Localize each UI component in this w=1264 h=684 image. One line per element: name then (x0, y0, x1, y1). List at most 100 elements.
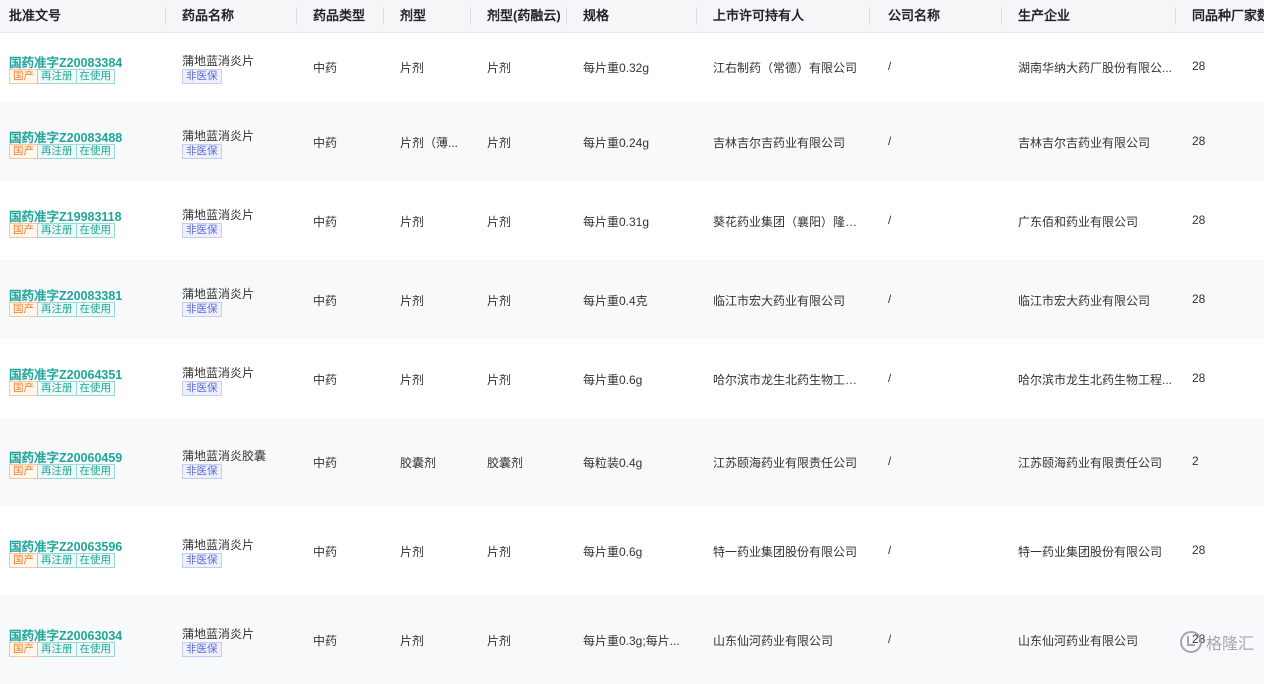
cell-form: 片剂 (400, 633, 425, 648)
cell-spec: 每粒装0.4g (583, 456, 643, 470)
header-form-yry[interactable]: 剂型(药融云) (487, 0, 567, 32)
cell-form-yry: 片剂 (487, 214, 512, 229)
status-tags: 国产 再注册 在使用 (9, 69, 115, 84)
table-row[interactable]: 国药准字Z20064351 国产 再注册 在使用 蒲地蓝消炎片 非医保 中药 片剂 片剂 每片重0… (0, 339, 1264, 418)
header-approval[interactable]: 批准文号 (9, 0, 159, 32)
tag-reregistered: 再注册 (37, 641, 77, 657)
cell-form: 胶囊剂 (400, 456, 437, 470)
tag-in-use: 在使用 (75, 380, 115, 396)
header-spec[interactable]: 规格 (583, 0, 693, 32)
drug-name: 蒲地蓝消炎片 (182, 128, 255, 143)
cell-form-yry: 片剂 (487, 293, 512, 308)
tag-in-use: 在使用 (75, 301, 115, 317)
tag-in-use: 在使用 (75, 464, 115, 479)
table-row[interactable]: 国药准字Z20083384 国产 再注册 在使用 蒲地蓝消炎片 非医保 中药 片剂 片剂 每片重0… (0, 32, 1264, 102)
tag-non-insurance: 非医保 (182, 301, 222, 317)
cell-spec: 每片重0.24g (583, 135, 650, 150)
cell-count: 28 (1192, 370, 1206, 385)
tag-in-use: 在使用 (75, 552, 115, 568)
cell-company: / (888, 631, 892, 646)
cell-count: 28 (1192, 542, 1206, 557)
tag-reregistered: 再注册 (37, 552, 77, 568)
cell-spec: 每片重0.3g;每片... (583, 633, 680, 648)
table-header: 批准文号 药品名称 药品类型 剂型 剂型(药融云) 规格 上市许可持有人 公司名称 生产企业 同品… (0, 0, 1264, 33)
cell-spec: 每片重0.32g (583, 61, 650, 75)
cell-manufacturer: 哈尔滨市龙生北药生物工程... (1018, 372, 1173, 387)
drug-name: 蒲地蓝消炎胶囊 (182, 449, 267, 463)
drug-name: 蒲地蓝消炎片 (182, 207, 255, 222)
cell-holder: 江苏颐海药业有限责任公司 (713, 456, 858, 470)
cell-type: 中药 (313, 456, 338, 470)
tag-non-insurance: 非医保 (182, 464, 222, 479)
header-holder[interactable]: 上市许可持有人 (713, 0, 863, 32)
tag-domestic: 国产 (9, 301, 38, 317)
cell-manufacturer: 江苏颐海药业有限责任公司 (1018, 456, 1163, 470)
cell-holder: 临江市宏大药业有限公司 (713, 293, 846, 308)
tag-domestic: 国产 (9, 222, 38, 238)
watermark: 格隆汇 (1179, 630, 1254, 654)
cell-form: 片剂 (400, 293, 425, 308)
tag-non-insurance: 非医保 (182, 69, 222, 84)
table-row[interactable]: 国药准字Z20063034 国产 再注册 在使用 蒲地蓝消炎片 非医保 中药 片剂 片剂 每片重0… (0, 595, 1264, 684)
header-name[interactable]: 药品名称 (182, 0, 302, 32)
header-manufacturer[interactable]: 生产企业 (1018, 0, 1173, 32)
header-count[interactable]: 同品种厂家数 (1192, 0, 1264, 32)
table-row[interactable]: 国药准字Z19983118 国产 再注册 在使用 蒲地蓝消炎片 非医保 中药 片剂 片剂 每片重0… (0, 181, 1264, 260)
drug-name: 蒲地蓝消炎片 (182, 626, 255, 641)
cell-company: / (888, 454, 892, 468)
status-tags: 国产 再注册 在使用 (9, 464, 115, 479)
drug-approval-table: 批准文号 药品名称 药品类型 剂型 剂型(药融云) 规格 上市许可持有人 公司名称 生产企业 同品… (0, 0, 1264, 684)
cell-company: / (888, 370, 892, 385)
tag-non-insurance: 非医保 (182, 380, 222, 396)
cell-count: 28 (1192, 133, 1206, 148)
cell-manufacturer: 临江市宏大药业有限公司 (1018, 293, 1151, 308)
table-row[interactable]: 国药准字Z20063596 国产 再注册 在使用 蒲地蓝消炎片 非医保 中药 片剂 片剂 每片重0… (0, 506, 1264, 595)
header-company[interactable]: 公司名称 (888, 0, 988, 32)
gelonghui-logo-icon (1179, 631, 1202, 653)
cell-manufacturer: 湖南华纳大药厂股份有限公... (1018, 61, 1173, 75)
tag-reregistered: 再注册 (37, 380, 77, 396)
tag-reregistered: 再注册 (37, 464, 77, 479)
cell-type: 中药 (313, 135, 338, 150)
table-row[interactable]: 国药准字Z20083488 国产 再注册 在使用 蒲地蓝消炎片 非医保 中药 片剂（薄... 片… (0, 102, 1264, 181)
tag-in-use: 在使用 (75, 143, 115, 159)
cell-form-yry: 胶囊剂 (487, 456, 524, 470)
cell-type: 中药 (313, 214, 338, 229)
cell-count: 28 (1192, 291, 1206, 306)
header-form[interactable]: 剂型 (400, 0, 465, 32)
cell-form-yry: 片剂 (487, 61, 512, 75)
tag-non-insurance: 非医保 (182, 222, 222, 238)
cell-form: 片剂 (400, 61, 425, 75)
cell-type: 中药 (313, 633, 338, 648)
status-tags: 国产 再注册 在使用 (9, 222, 115, 238)
table-row[interactable]: 国药准字Z20060459 国产 再注册 在使用 蒲地蓝消炎胶囊 非医保 中药 胶囊剂 胶囊剂每… (0, 418, 1264, 506)
header-divider (296, 7, 297, 25)
status-tags: 国产 再注册 在使用 (9, 143, 115, 159)
cell-company: / (888, 542, 892, 557)
cell-type: 中药 (313, 293, 338, 308)
status-tags: 国产 再注册 在使用 (9, 301, 115, 317)
cell-form: 片剂（薄... (400, 135, 459, 150)
header-type[interactable]: 药品类型 (313, 0, 393, 32)
tag-domestic: 国产 (9, 552, 38, 568)
watermark-text: 格隆汇 (1205, 636, 1254, 653)
tag-reregistered: 再注册 (37, 222, 77, 238)
tag-reregistered: 再注册 (37, 301, 77, 317)
cell-form-yry: 片剂 (487, 372, 512, 387)
status-tags: 国产 再注册 在使用 (9, 380, 115, 396)
drug-name: 蒲地蓝消炎片 (182, 537, 255, 552)
tag-in-use: 在使用 (75, 222, 115, 238)
cell-company: / (888, 291, 892, 306)
cell-spec: 每片重0.31g (583, 214, 650, 229)
drug-name: 蒲地蓝消炎片 (182, 286, 255, 301)
cell-company: / (888, 59, 892, 73)
cell-holder: 江右制药（常德）有限公司 (713, 61, 858, 75)
header-divider (470, 7, 471, 25)
tag-in-use: 在使用 (75, 69, 115, 84)
table-row[interactable]: 国药准字Z20083381 国产 再注册 在使用 蒲地蓝消炎片 非医保 中药 片剂 片剂 每片重0… (0, 260, 1264, 339)
status-tags: 国产 再注册 在使用 (9, 552, 115, 568)
header-divider (566, 7, 567, 25)
cell-count: 2 (1192, 454, 1199, 468)
cell-spec: 每片重0.6g (583, 372, 643, 387)
tag-domestic: 国产 (9, 641, 38, 657)
